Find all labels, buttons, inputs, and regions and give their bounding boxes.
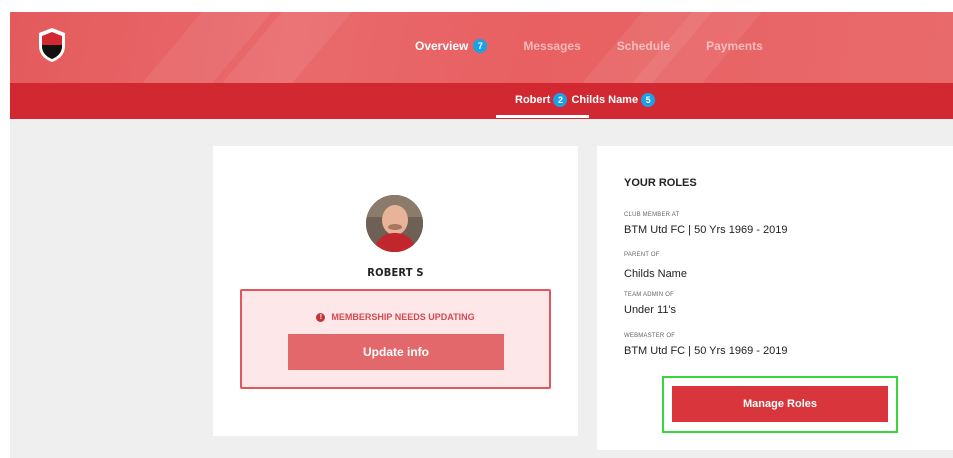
- active-tab-indicator: [496, 115, 589, 118]
- nav-tab-messages[interactable]: Messages: [523, 39, 580, 53]
- subtab-members[interactable]: Robert 2 Childs Name 5: [515, 93, 659, 107]
- subtab-label-child: Childs Name: [571, 94, 639, 106]
- nav-tab-overview[interactable]: Overview 7: [415, 39, 488, 53]
- role-label: CLUB MEMBER AT: [624, 212, 680, 218]
- profile-card: ROBERT S ! MEMBERSHIP NEEDS UPDATING Upda…: [213, 146, 578, 436]
- alert-message: ! MEMBERSHIP NEEDS UPDATING: [242, 312, 549, 323]
- role-value: Under 11's: [624, 304, 677, 316]
- avatar-photo-icon: [366, 195, 423, 252]
- nav-tab-label: Overview: [415, 39, 469, 53]
- role-label: WEBMASTER OF: [624, 333, 676, 339]
- role-value: Childs Name: [624, 268, 687, 280]
- manage-roles-button[interactable]: Manage Roles: [672, 386, 888, 422]
- nav-tab-label: Schedule: [616, 39, 671, 53]
- alert-text: MEMBERSHIP NEEDS UPDATING: [331, 312, 475, 322]
- role-value: BTM Utd FC | 50 Yrs 1969 - 2019: [624, 224, 788, 236]
- subtab-label-robert: Robert: [515, 94, 551, 106]
- membership-alert: ! MEMBERSHIP NEEDS UPDATING Update info: [240, 289, 551, 389]
- nav-tab-label: Messages: [523, 39, 581, 53]
- roles-title: YOUR ROLES: [624, 177, 697, 189]
- notification-badge: 2: [553, 93, 568, 107]
- nav-tab-label: Payments: [706, 39, 763, 53]
- club-shield-icon[interactable]: [36, 26, 68, 64]
- main-nav: Overview 7 Messages Schedule Payments: [415, 39, 799, 53]
- role-value: BTM Utd FC | 50 Yrs 1969 - 2019: [624, 345, 788, 357]
- top-header: Overview 7 Messages Schedule Payments: [10, 12, 953, 83]
- notification-badge: 5: [641, 93, 656, 107]
- nav-tab-payments[interactable]: Payments: [706, 39, 763, 53]
- role-label: TEAM ADMIN OF: [624, 292, 674, 298]
- sub-header: Robert 2 Childs Name 5: [10, 83, 953, 119]
- nav-tab-schedule[interactable]: Schedule: [617, 39, 670, 53]
- update-info-button[interactable]: Update info: [288, 334, 504, 370]
- avatar[interactable]: [366, 195, 423, 252]
- notification-badge: 7: [473, 39, 488, 53]
- roles-card: YOUR ROLES CLUB MEMBER AT BTM Utd FC | 5…: [597, 146, 953, 450]
- alert-icon: !: [316, 313, 326, 323]
- role-label: PARENT OF: [624, 252, 660, 258]
- profile-name: ROBERT S: [367, 266, 424, 279]
